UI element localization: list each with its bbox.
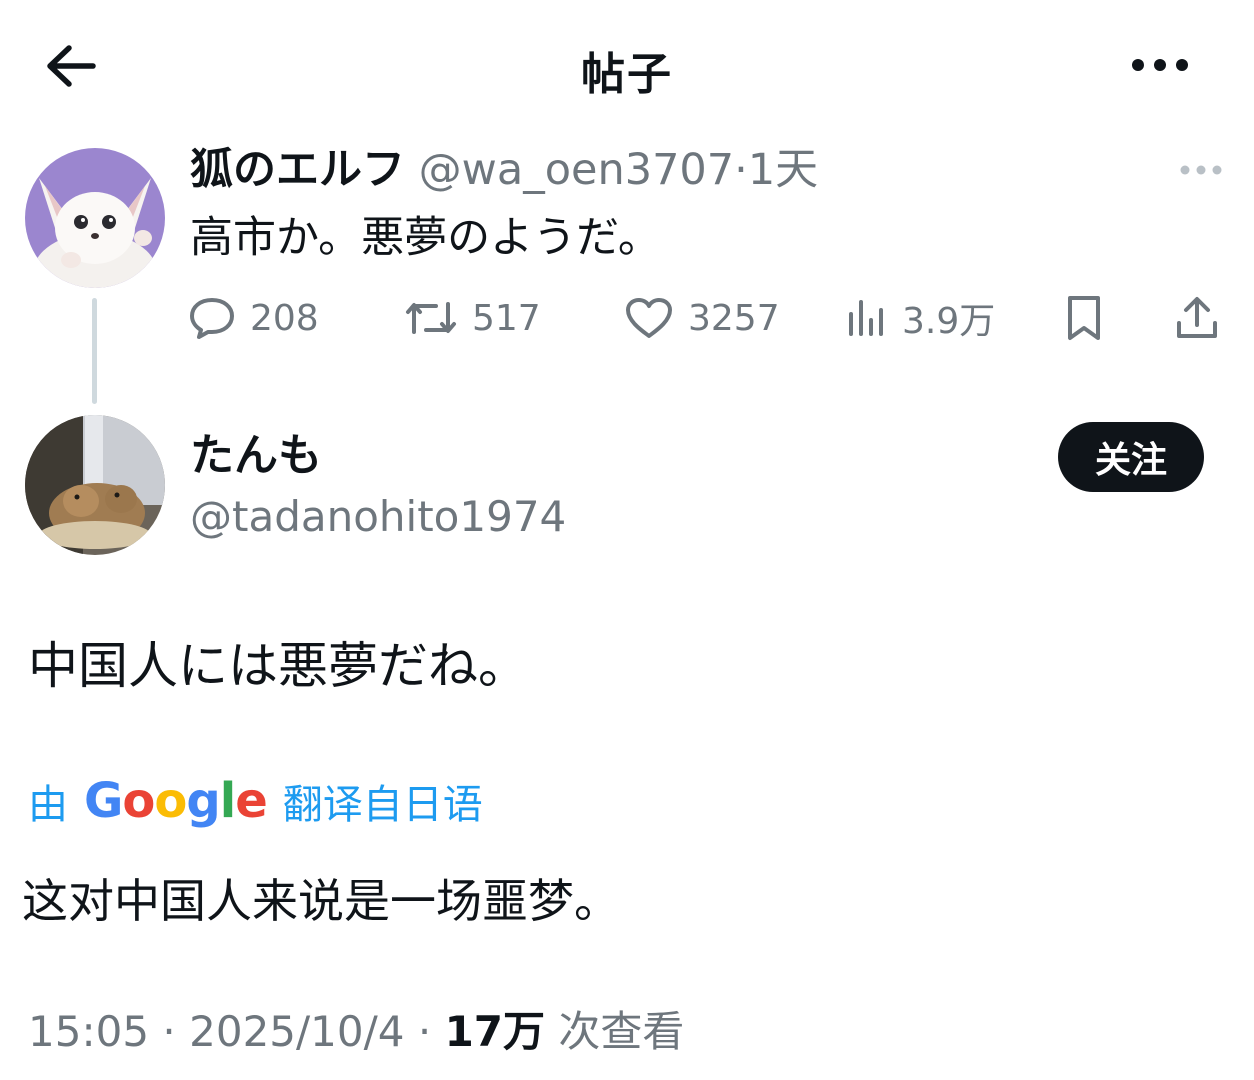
more-horizontal-icon <box>1132 59 1188 71</box>
like-button[interactable]: 3257 <box>624 286 780 350</box>
quoted-post-text: 高市か。悪夢のようだ。 <box>190 213 661 263</box>
repost-button[interactable]: 517 <box>404 286 541 350</box>
quoted-more-button[interactable] <box>1176 150 1226 190</box>
reply-button[interactable]: 208 <box>188 286 319 350</box>
quoted-handle[interactable]: @wa_oen3707 <box>419 145 734 195</box>
repost-icon <box>406 302 456 334</box>
bookmark-button[interactable] <box>1064 286 1104 350</box>
heart-icon <box>626 298 672 338</box>
translated-by-prefix: 由 <box>28 782 68 828</box>
views-count: 3.9万 <box>902 301 996 342</box>
repost-count: 517 <box>472 297 541 339</box>
analytics-icon <box>849 300 883 336</box>
footer-separator: · <box>162 1007 176 1056</box>
engagement-bar: 208 517 3257 3.9万 <box>0 286 1254 350</box>
google-logo: Google <box>84 773 268 829</box>
post-date[interactable]: 2025/10/4 <box>189 1007 404 1056</box>
post-time[interactable]: 15:05 <box>28 1007 149 1056</box>
avatar-tanmo[interactable] <box>25 415 165 555</box>
footer-separator: · <box>417 1007 432 1056</box>
translation-attribution[interactable]: 由 Google 翻译自日语 <box>28 768 483 834</box>
bookmark-icon <box>1068 296 1100 340</box>
top-bar: 帖子 <box>0 0 1254 130</box>
avatar-fox-elf[interactable] <box>25 148 165 288</box>
like-count: 3257 <box>688 297 780 339</box>
translated-by-suffix: 翻译自日语 <box>282 782 483 828</box>
follow-button[interactable]: 关注 <box>1058 422 1204 492</box>
more-options-button[interactable] <box>1128 40 1192 90</box>
quoted-display-name[interactable]: 狐のエルフ <box>190 145 405 195</box>
share-icon <box>1177 297 1217 338</box>
translated-post-text: 这对中国人来说是一场噩梦。 <box>22 874 620 928</box>
quoted-time[interactable]: 1天 <box>748 145 818 195</box>
reply-count: 208 <box>250 297 319 339</box>
author-handle[interactable]: @tadanohito1974 <box>190 490 566 544</box>
quoted-post-header: 狐のエルフ @wa_oen3707·1天 <box>190 142 818 198</box>
author-display-name[interactable]: たんも <box>190 428 322 484</box>
meta-separator: · <box>734 145 748 195</box>
post-timestamp-views: 15:05 · 2025/10/4 · 17万 次查看 <box>28 1004 684 1060</box>
views-button[interactable]: 3.9万 <box>846 286 995 350</box>
reply-icon <box>190 298 234 339</box>
post-view-count[interactable]: 17万 <box>445 1007 545 1056</box>
post-view-label: 次查看 <box>558 1007 685 1056</box>
post-text: 中国人には悪夢だね。 <box>28 637 528 695</box>
page-title: 帖子 <box>581 49 673 100</box>
share-button[interactable] <box>1174 286 1220 350</box>
more-horizontal-icon <box>1180 165 1222 175</box>
